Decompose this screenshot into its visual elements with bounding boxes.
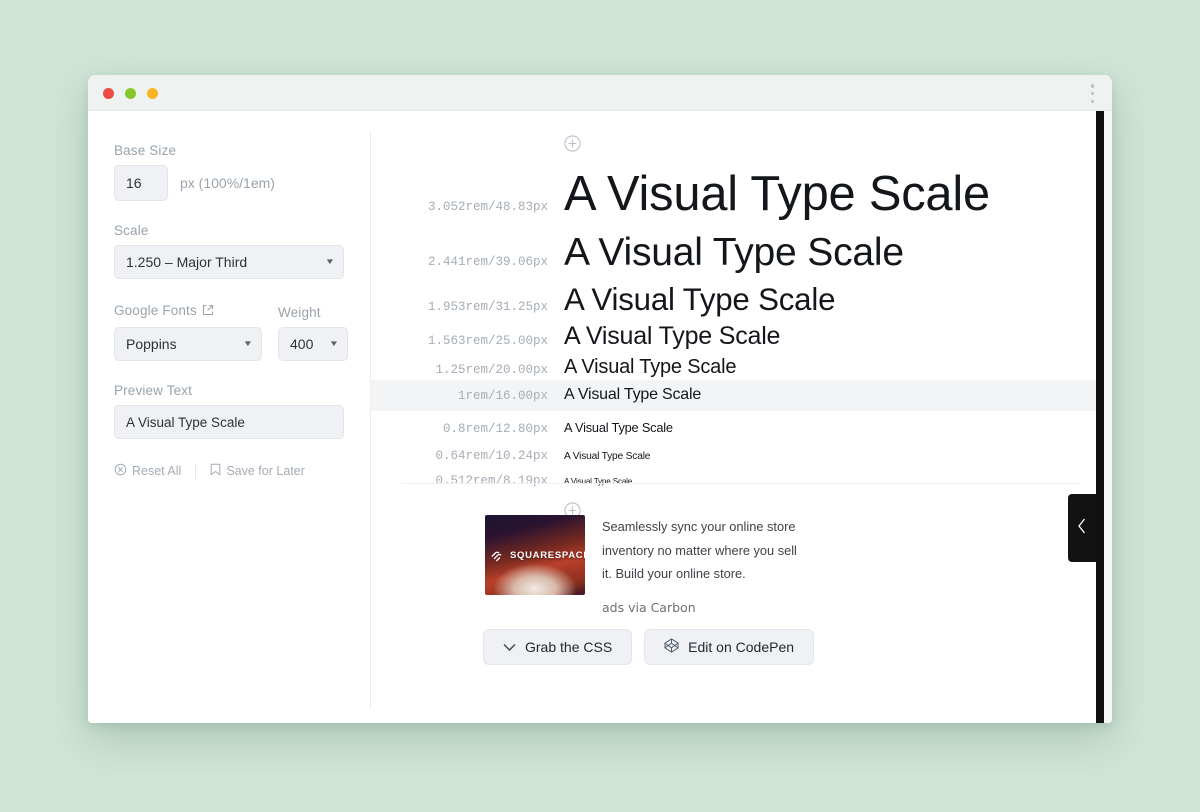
google-fonts-label: Google Fonts [114,303,197,318]
external-link-icon[interactable] [202,301,214,320]
scale-row-sample-text: A Visual Type Scale [564,476,633,486]
window-content: Base Size 16 px (100%/1em) Scale 1.250 –… [88,111,1112,723]
chevron-left-icon [1076,517,1088,539]
window-maximize-button[interactable] [147,88,158,99]
window-close-button[interactable] [103,88,114,99]
collapse-panel-button[interactable] [1068,494,1096,562]
reset-all-label: Reset All [132,464,182,478]
bookmark-icon [210,463,221,479]
grab-the-css-button[interactable]: Grab the CSS [483,629,633,665]
scale-row-sample-text: A Visual Type Scale [564,167,990,221]
base-size-label: Base Size [114,143,177,158]
scale-row-sample-text: A Visual Type Scale [564,355,737,378]
chevron-down-icon: ▼ [324,257,336,266]
preview-text-input[interactable]: A Visual Type Scale [114,405,344,439]
scale-row[interactable]: 1.25rem/20.00px A Visual Type Scale [371,354,1096,381]
scale-row-size-label: 0.64rem/10.24px [435,448,548,463]
action-separator [195,463,197,479]
scale-row[interactable]: 0.8rem/12.80px A Visual Type Scale [371,411,1096,444]
scale-row[interactable]: 1rem/16.00px A Visual Type Scale [371,380,1096,411]
scale-row-size-label: 1rem/16.00px [457,389,548,404]
reset-circle-icon [114,463,127,479]
carbon-ad[interactable]: SQUARESPACE Seamlessly sync your online … [485,515,802,615]
chevron-down-icon [503,639,516,655]
scale-row-sample-text: A Visual Type Scale [564,386,702,404]
grab-the-css-label: Grab the CSS [525,639,613,655]
font-controls-row: Google Fonts Poppins ▼ Weight 400 ▼ [114,301,348,361]
chevron-down-icon: ▼ [242,339,254,348]
kebab-menu-icon[interactable] [1090,84,1095,103]
scale-row[interactable]: 1.563rem/25.00px A Visual Type Scale [371,320,1096,353]
save-for-later-button[interactable]: Save for Later [210,463,305,479]
scale-row-size-label: 1.25rem/20.00px [435,362,548,377]
base-size-input[interactable]: 16 [114,165,168,201]
font-family-value: Poppins [126,336,177,352]
scale-row-size-label: 0.8rem/12.80px [442,421,548,436]
scale-row-list: 3.052rem/48.83px A Visual Type Scale 2.441… [371,162,1096,492]
window-minimize-button[interactable] [125,88,136,99]
scale-label: Scale [114,223,149,238]
scale-row-sample-text: A Visual Type Scale [564,450,651,462]
scale-row[interactable]: 2.441rem/39.06px A Visual Type Scale [371,227,1096,279]
preview-text-label: Preview Text [114,383,193,398]
scale-row-size-label: 0.512rem/8.19px [435,473,548,488]
scale-row-sample-text: A Visual Type Scale [564,230,904,274]
squarespace-logo-text: SQUARESPACE [510,550,585,561]
add-circle-icon[interactable] [564,135,581,156]
scale-row[interactable]: 1.953rem/31.25px A Visual Type Scale [371,279,1096,321]
body-settings-panel: Body Font — Same as heading — Line Heigh… [1104,111,1112,723]
scale-row-sample-text: A Visual Type Scale [564,419,673,435]
base-size-row: 16 px (100%/1em) [114,165,344,201]
ad-thumbnail-image[interactable]: SQUARESPACE [485,515,585,595]
scale-row-size-label: 3.052rem/48.83px [427,200,548,214]
font-family-select[interactable]: Poppins ▼ [114,327,262,361]
font-weight-value: 400 [290,336,314,352]
scale-row[interactable]: 0.64rem/10.24px A Visual Type Scale [371,444,1096,471]
ad-attribution: ads via Carbon [602,600,696,616]
scale-select[interactable]: 1.250 – Major Third ▼ [114,245,344,279]
edit-on-codepen-label: Edit on CodePen [688,639,795,655]
window-titlebar [88,75,1112,111]
ad-body-text: Seamlessly sync your online store invent… [602,519,797,582]
codepen-icon [664,638,679,656]
squarespace-logo: SQUARESPACE [490,549,585,562]
weight-label: Weight [278,305,321,320]
google-fonts-group: Google Fonts Poppins ▼ [114,301,262,361]
panel-scrollbar[interactable] [1096,111,1104,723]
scale-row-sample-text: A Visual Type Scale [564,281,836,317]
scale-row-size-label: 1.953rem/31.25px [427,299,548,314]
weight-group: Weight 400 ▼ [278,305,348,361]
action-button-row: Grab the CSS Edit on CodePen [483,629,815,665]
font-weight-select[interactable]: 400 ▼ [278,327,348,361]
scale-row-sample-text: A Visual Type Scale [564,322,781,351]
scale-row-size-label: 1.563rem/25.00px [427,334,548,349]
ad-copy: Seamlessly sync your online store invent… [602,515,802,615]
settings-sidebar: Base Size 16 px (100%/1em) Scale 1.250 –… [88,111,370,723]
scale-row[interactable]: 0.512rem/8.19px A Visual Type Scale [371,471,1096,492]
center-divider [401,483,1081,484]
scale-select-value: 1.250 – Major Third [126,254,248,270]
scale-row[interactable]: 3.052rem/48.83px A Visual Type Scale [371,162,1096,227]
chevron-down-icon: ▼ [328,339,340,348]
save-for-later-label: Save for Later [226,464,305,478]
type-scale-panel: 3.052rem/48.83px A Visual Type Scale 2.441… [371,111,1096,723]
edit-on-codepen-button[interactable]: Edit on CodePen [644,629,815,665]
base-size-unit-label: px (100%/1em) [180,175,275,191]
sidebar-actions: Reset All Save for Later [114,463,344,479]
reset-all-button[interactable]: Reset All [114,463,181,479]
scale-row-size-label: 2.441rem/39.06px [427,254,548,269]
browser-window: Base Size 16 px (100%/1em) Scale 1.250 –… [88,75,1112,723]
add-size-top-row [371,135,1096,156]
